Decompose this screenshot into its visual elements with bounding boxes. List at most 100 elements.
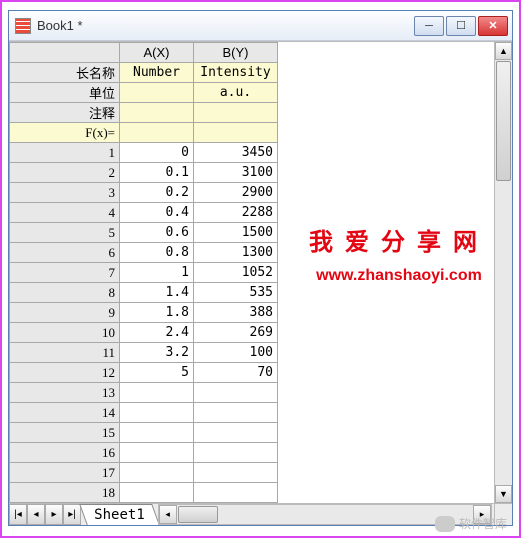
cell-b[interactable] — [194, 423, 278, 443]
table-row: 20.13100 — [10, 163, 278, 183]
cell-b[interactable]: 1052 — [194, 263, 278, 283]
row-comments[interactable]: 注释 — [10, 103, 120, 123]
cell-b[interactable] — [194, 483, 278, 503]
cell-b[interactable]: 70 — [194, 363, 278, 383]
row-number[interactable]: 9 — [10, 303, 120, 323]
comments-a[interactable] — [120, 103, 194, 123]
cell-b[interactable]: 535 — [194, 283, 278, 303]
cell-b[interactable]: 100 — [194, 343, 278, 363]
footer-attribution: 软件智库 — [435, 515, 507, 532]
vscroll-thumb[interactable] — [496, 61, 511, 181]
tab-nav-last[interactable]: ▸| — [63, 504, 81, 525]
table-row: 14 — [10, 403, 278, 423]
scroll-up-button[interactable]: ▲ — [495, 42, 512, 60]
row-units[interactable]: 单位 — [10, 83, 120, 103]
tab-nav-prev[interactable]: ◂ — [27, 504, 45, 525]
row-longname[interactable]: 长名称 — [10, 63, 120, 83]
cell-a[interactable]: 0 — [120, 143, 194, 163]
cell-b[interactable] — [194, 403, 278, 423]
sheet-tab[interactable]: Sheet1 — [79, 504, 159, 525]
row-number[interactable]: 12 — [10, 363, 120, 383]
cell-b[interactable]: 3100 — [194, 163, 278, 183]
cell-b[interactable]: 1300 — [194, 243, 278, 263]
fx-a[interactable] — [120, 123, 194, 143]
titlebar[interactable]: Book1 * ─ ☐ ✕ — [9, 11, 512, 41]
units-a[interactable] — [120, 83, 194, 103]
row-number[interactable]: 8 — [10, 283, 120, 303]
cell-b[interactable]: 2900 — [194, 183, 278, 203]
cell-a[interactable]: 0.8 — [120, 243, 194, 263]
vertical-scrollbar[interactable]: ▲ ▼ — [494, 42, 512, 503]
fx-b[interactable] — [194, 123, 278, 143]
longname-a[interactable]: Number — [120, 63, 194, 83]
row-number[interactable]: 5 — [10, 223, 120, 243]
cell-a[interactable] — [120, 443, 194, 463]
row-fx[interactable]: F(x)= — [10, 123, 120, 143]
col-header-a[interactable]: A(X) — [120, 43, 194, 63]
cell-a[interactable]: 0.4 — [120, 203, 194, 223]
minimize-icon: ─ — [425, 20, 433, 32]
cell-a[interactable]: 0.6 — [120, 223, 194, 243]
cell-a[interactable] — [120, 383, 194, 403]
longname-b[interactable]: Intensity — [194, 63, 278, 83]
cell-b[interactable] — [194, 463, 278, 483]
worksheet-grid[interactable]: A(X) B(Y) 长名称 Number Intensity 单位 a.u. 注… — [9, 42, 494, 503]
row-number[interactable]: 7 — [10, 263, 120, 283]
corner-cell[interactable] — [10, 43, 120, 63]
row-number[interactable]: 15 — [10, 423, 120, 443]
units-b[interactable]: a.u. — [194, 83, 278, 103]
window-title: Book1 * — [37, 18, 414, 33]
row-number[interactable]: 3 — [10, 183, 120, 203]
row-number[interactable]: 16 — [10, 443, 120, 463]
cell-b[interactable]: 1500 — [194, 223, 278, 243]
table-row: 40.42288 — [10, 203, 278, 223]
row-number[interactable]: 17 — [10, 463, 120, 483]
cell-b[interactable]: 3450 — [194, 143, 278, 163]
cell-b[interactable] — [194, 443, 278, 463]
row-number[interactable]: 18 — [10, 483, 120, 503]
minimize-button[interactable]: ─ — [414, 16, 444, 36]
scroll-left-button[interactable]: ◂ — [159, 505, 177, 524]
cell-a[interactable] — [120, 463, 194, 483]
row-number[interactable]: 1 — [10, 143, 120, 163]
cell-b[interactable]: 269 — [194, 323, 278, 343]
maximize-button[interactable]: ☐ — [446, 16, 476, 36]
table-row: 711052 — [10, 263, 278, 283]
table-row: 81.4535 — [10, 283, 278, 303]
cell-a[interactable] — [120, 483, 194, 503]
cell-b[interactable]: 388 — [194, 303, 278, 323]
tab-nav-first[interactable]: |◂ — [9, 504, 27, 525]
cell-a[interactable]: 5 — [120, 363, 194, 383]
cell-a[interactable]: 1.4 — [120, 283, 194, 303]
close-button[interactable]: ✕ — [478, 16, 508, 36]
wechat-icon — [435, 516, 455, 532]
cell-a[interactable]: 1 — [120, 263, 194, 283]
table-row: 12570 — [10, 363, 278, 383]
table-row: 60.81300 — [10, 243, 278, 263]
cell-a[interactable]: 3.2 — [120, 343, 194, 363]
cell-a[interactable] — [120, 423, 194, 443]
row-number[interactable]: 6 — [10, 243, 120, 263]
row-number[interactable]: 14 — [10, 403, 120, 423]
row-number[interactable]: 2 — [10, 163, 120, 183]
scroll-down-button[interactable]: ▼ — [495, 485, 512, 503]
maximize-icon: ☐ — [456, 19, 466, 32]
row-number[interactable]: 13 — [10, 383, 120, 403]
comments-b[interactable] — [194, 103, 278, 123]
app-icon — [15, 18, 31, 34]
table-row: 102.4269 — [10, 323, 278, 343]
cell-b[interactable]: 2288 — [194, 203, 278, 223]
cell-b[interactable] — [194, 383, 278, 403]
content-area: A(X) B(Y) 长名称 Number Intensity 单位 a.u. 注… — [9, 41, 512, 503]
row-number[interactable]: 11 — [10, 343, 120, 363]
cell-a[interactable]: 0.1 — [120, 163, 194, 183]
tab-nav-next[interactable]: ▸ — [45, 504, 63, 525]
cell-a[interactable] — [120, 403, 194, 423]
col-header-b[interactable]: B(Y) — [194, 43, 278, 63]
cell-a[interactable]: 2.4 — [120, 323, 194, 343]
cell-a[interactable]: 1.8 — [120, 303, 194, 323]
row-number[interactable]: 10 — [10, 323, 120, 343]
hscroll-thumb[interactable] — [178, 506, 218, 523]
cell-a[interactable]: 0.2 — [120, 183, 194, 203]
row-number[interactable]: 4 — [10, 203, 120, 223]
